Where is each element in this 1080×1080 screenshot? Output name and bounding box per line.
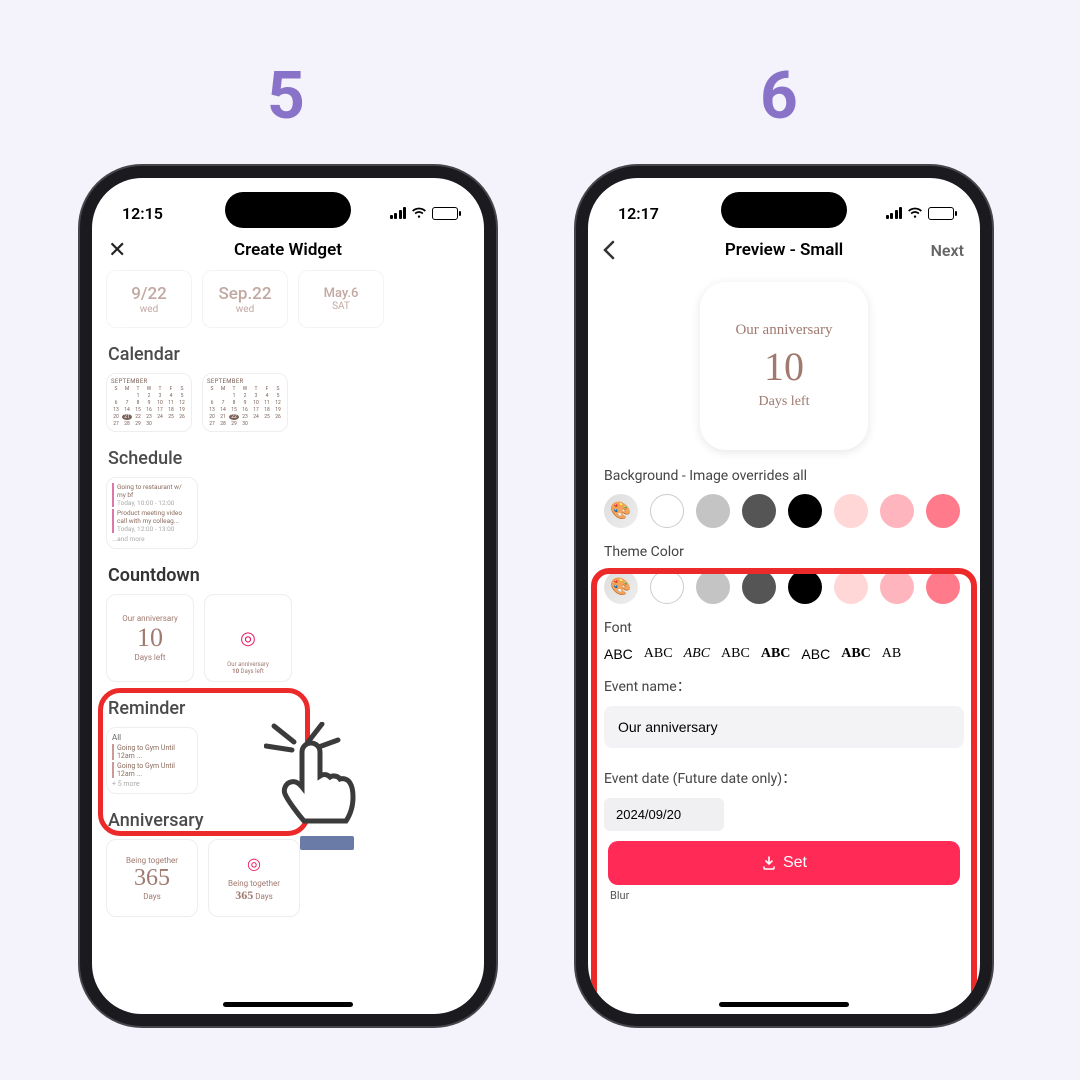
- color-swatch-pink-mid[interactable]: [880, 494, 914, 528]
- palette-picker-icon[interactable]: 🎨: [604, 570, 638, 604]
- date-widget-option[interactable]: 9/22wed: [106, 270, 192, 328]
- calendar-widget-option[interactable]: SEPTEMBER SMTWTFS 12345 6789101112 13141…: [106, 373, 192, 432]
- color-swatch-pink-light[interactable]: [834, 494, 868, 528]
- award-badge-icon: ◎: [247, 854, 261, 873]
- countdown-widget-option[interactable]: Our anniversary 10 Days left: [106, 594, 194, 682]
- signal-icon: [886, 207, 903, 219]
- color-swatch-pink-light[interactable]: [834, 570, 868, 604]
- widget-categories-scroll[interactable]: 9/22wed Sep.22wed May.6SAT Calendar SEPT…: [92, 270, 484, 1014]
- font-option[interactable]: ABC: [684, 646, 710, 662]
- page-title: Preview - Small: [725, 240, 843, 260]
- font-option[interactable]: ABC: [644, 646, 673, 662]
- font-options-row: ABC ABC ABC ABC ABC ABC ABC AB: [604, 646, 964, 662]
- close-icon[interactable]: ✕: [108, 238, 126, 263]
- wifi-icon: [411, 207, 427, 219]
- signal-icon: [390, 207, 407, 219]
- award-badge-icon: ◎: [240, 628, 256, 649]
- phone-mockup-step6: 12:17 Preview - Small Next Our anniversa…: [576, 166, 992, 1026]
- section-schedule: Schedule: [108, 448, 470, 469]
- status-time: 12:17: [618, 204, 659, 223]
- status-time: 12:15: [122, 204, 163, 223]
- color-swatch-black[interactable]: [788, 494, 822, 528]
- color-swatch-black[interactable]: [788, 570, 822, 604]
- widget-preview: Our anniversary 10 Days left: [700, 282, 868, 450]
- label-blur: Blur: [604, 889, 964, 902]
- theme-swatch-row: 🎨: [604, 570, 964, 604]
- countdown-widget-option-alt[interactable]: ◎ Our anniversary10 Days left: [204, 594, 292, 682]
- color-swatch-white[interactable]: [650, 570, 684, 604]
- color-swatch-lightgray[interactable]: [696, 570, 730, 604]
- label-background: Background - Image overrides all: [604, 468, 964, 484]
- set-button[interactable]: Set: [608, 841, 960, 885]
- preview-config-scroll[interactable]: Our anniversary 10 Days left Background …: [588, 270, 980, 1014]
- color-swatch-pink-mid[interactable]: [880, 570, 914, 604]
- battery-icon: [928, 207, 954, 220]
- home-indicator[interactable]: [719, 1002, 849, 1007]
- nav-bar: Preview - Small Next: [588, 230, 980, 270]
- event-name-input[interactable]: [604, 706, 964, 748]
- section-calendar: Calendar: [108, 344, 470, 365]
- step-number-6: 6: [760, 58, 798, 135]
- calendar-widget-option[interactable]: SEPTEMBER SMTWTFS 12345 6789101112 13141…: [202, 373, 288, 432]
- section-reminder: Reminder: [108, 698, 470, 719]
- font-option[interactable]: ABC: [841, 646, 871, 662]
- color-swatch-darkgray[interactable]: [742, 494, 776, 528]
- reminder-widget-option[interactable]: All Going to Gym Until 12am ... Going to…: [106, 727, 198, 794]
- phone-notch: [225, 192, 351, 228]
- font-option[interactable]: ABC: [801, 646, 830, 662]
- label-event-date: Event date (Future date only)：: [604, 768, 964, 788]
- step-number-5: 5: [267, 58, 305, 135]
- font-option[interactable]: ABC: [721, 646, 750, 662]
- date-widget-option[interactable]: Sep.22wed: [202, 270, 288, 328]
- color-swatch-pink[interactable]: [926, 570, 960, 604]
- battery-icon: [432, 207, 458, 220]
- label-theme: Theme Color: [604, 544, 964, 560]
- back-icon[interactable]: [602, 240, 616, 260]
- page-title: Create Widget: [234, 240, 342, 260]
- font-option[interactable]: AB: [882, 646, 901, 662]
- palette-picker-icon[interactable]: 🎨: [604, 494, 638, 528]
- download-icon: [761, 855, 777, 871]
- color-swatch-white[interactable]: [650, 494, 684, 528]
- anniversary-widget-option[interactable]: Being together 365 Days: [106, 839, 198, 917]
- font-option[interactable]: ABC: [761, 646, 791, 662]
- phone-notch: [721, 192, 847, 228]
- home-indicator[interactable]: [223, 1002, 353, 1007]
- date-widget-option[interactable]: May.6SAT: [298, 270, 384, 328]
- next-button[interactable]: Next: [931, 241, 964, 260]
- color-swatch-darkgray[interactable]: [742, 570, 776, 604]
- event-date-input[interactable]: [604, 798, 724, 831]
- nav-bar: ✕ Create Widget: [92, 230, 484, 270]
- section-countdown: Countdown: [108, 565, 470, 586]
- background-swatch-row: 🎨: [604, 494, 964, 528]
- font-option[interactable]: ABC: [604, 646, 633, 662]
- label-font: Font: [604, 620, 964, 636]
- phone-mockup-step5: 12:15 ✕ Create Widget 9/22wed Sep.22wed …: [80, 166, 496, 1026]
- color-swatch-pink[interactable]: [926, 494, 960, 528]
- tap-gesture-icon: [264, 722, 374, 852]
- wifi-icon: [907, 207, 923, 219]
- label-event-name: Event name：: [604, 676, 964, 696]
- color-swatch-lightgray[interactable]: [696, 494, 730, 528]
- schedule-widget-option[interactable]: Going to restaurant w/ my bfToday, 10:00…: [106, 477, 198, 549]
